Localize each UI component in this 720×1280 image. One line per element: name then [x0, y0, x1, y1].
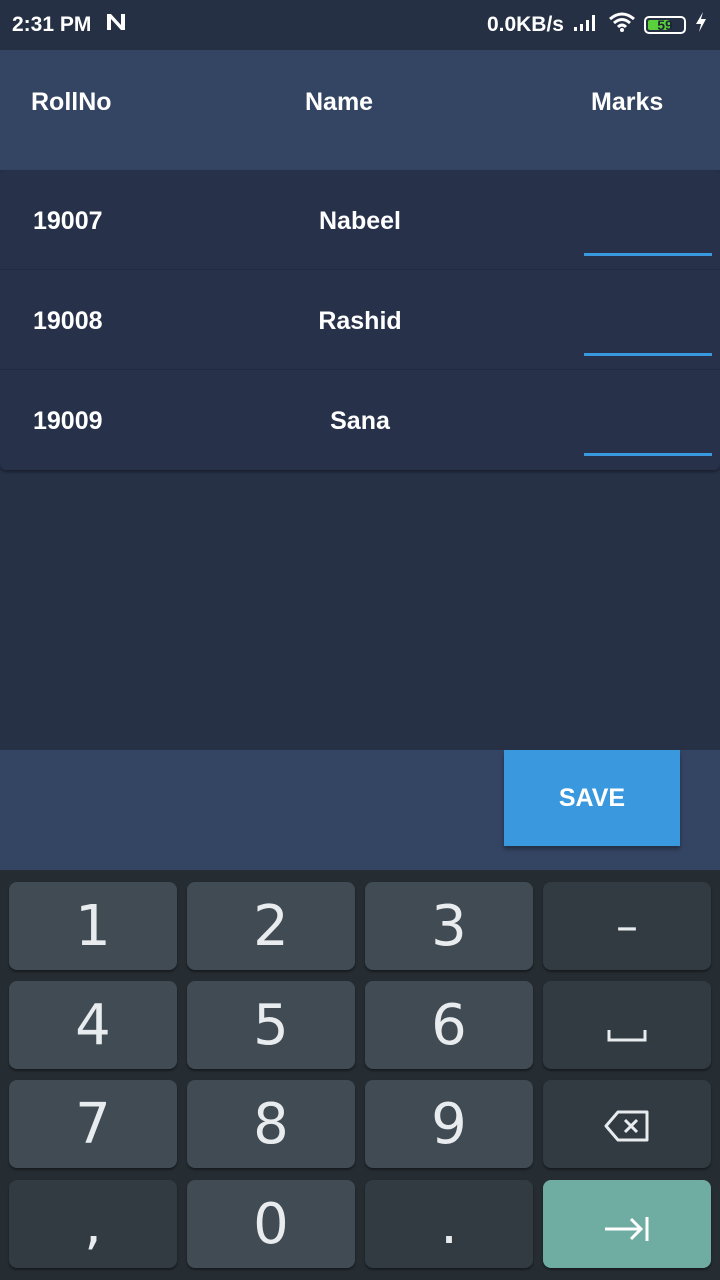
network-speed: 0.0KB/s	[486, 13, 564, 36]
footer-bar: SAVE	[0, 750, 720, 870]
table-row: 19007 Nabeel	[0, 170, 720, 270]
key-4[interactable]: 4	[9, 981, 177, 1069]
key-comma[interactable]: ,	[9, 1180, 177, 1268]
n-icon	[105, 12, 127, 38]
status-time: 2:31 PM	[12, 13, 92, 36]
key-0[interactable]: 0	[187, 1180, 355, 1268]
header-rollno: RollNo	[31, 88, 112, 116]
marks-input[interactable]	[584, 410, 712, 456]
header-name: Name	[305, 88, 374, 116]
battery-level: 59	[657, 17, 673, 33]
key-3[interactable]: 3	[365, 882, 533, 970]
rollno-cell: 19007	[33, 207, 103, 235]
table-row: 19009 Sana	[0, 370, 720, 470]
rollno-cell: 19009	[33, 407, 103, 435]
backspace-icon	[604, 1092, 650, 1157]
marks-input[interactable]	[584, 310, 712, 356]
key-next[interactable]	[543, 1180, 711, 1268]
key-space[interactable]	[543, 981, 711, 1069]
name-cell: Rashid	[318, 307, 402, 335]
key-backspace[interactable]	[543, 1080, 711, 1168]
rollno-cell: 19008	[33, 307, 103, 335]
key-minus[interactable]: –	[543, 882, 711, 970]
key-1[interactable]: 1	[9, 882, 177, 970]
wifi-icon	[608, 11, 636, 39]
signal-icon	[572, 12, 600, 38]
numeric-keyboard: 1 2 3 – 4 5 6 7 8 9 , 0 .	[0, 870, 720, 1280]
name-cell: Nabeel	[319, 207, 401, 235]
space-icon	[607, 993, 647, 1058]
key-2[interactable]: 2	[187, 882, 355, 970]
key-5[interactable]: 5	[187, 981, 355, 1069]
key-6[interactable]: 6	[365, 981, 533, 1069]
next-icon	[603, 1192, 651, 1257]
save-button[interactable]: SAVE	[504, 750, 680, 846]
key-7[interactable]: 7	[9, 1080, 177, 1168]
battery-icon: 59	[644, 16, 686, 34]
student-list: 19007 Nabeel 19008 Rashid 19009 Sana	[0, 170, 720, 470]
key-period[interactable]: .	[365, 1180, 533, 1268]
table-header: RollNo Name Marks	[0, 50, 720, 170]
name-cell: Sana	[330, 407, 390, 435]
header-marks: Marks	[591, 88, 664, 116]
status-bar: 2:31 PM 0.0KB/s 59	[0, 0, 720, 50]
key-9[interactable]: 9	[365, 1080, 533, 1168]
table-row: 19008 Rashid	[0, 270, 720, 370]
charging-icon	[694, 11, 708, 39]
marks-input[interactable]	[584, 210, 712, 256]
key-8[interactable]: 8	[187, 1080, 355, 1168]
